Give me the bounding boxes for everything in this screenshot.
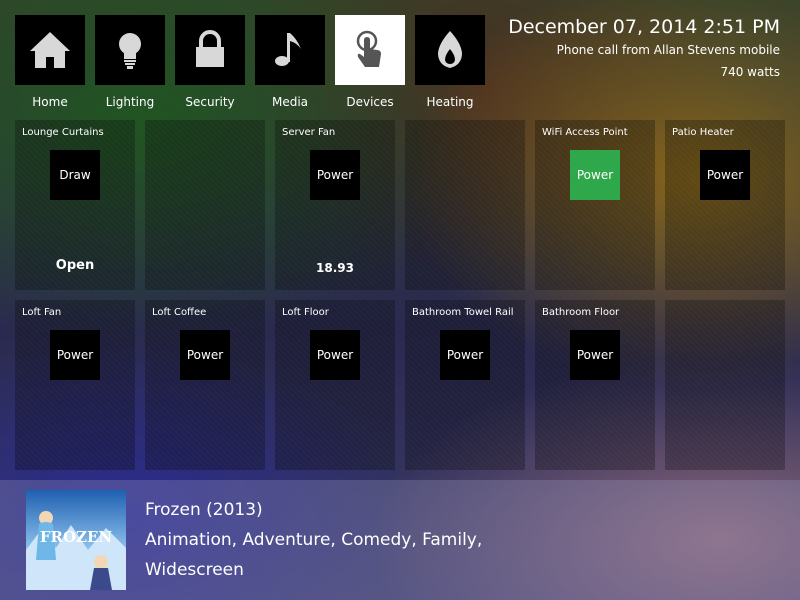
flame-icon [438,31,462,68]
device-title: Patio Heater [672,127,734,138]
touch-icon [356,30,381,67]
nav-security[interactable] [175,15,245,85]
nav-label-heating: Heating [426,95,474,109]
nav-label-lighting: Lighting [105,95,155,109]
power-button[interactable]: Power [570,150,620,200]
device-tile-lounge-curtains: Lounge Curtains Draw Open [15,120,135,290]
device-tile-loft-floor: Loft Floor Power [275,300,395,470]
device-title: WiFi Access Point [542,127,628,138]
power-button[interactable]: Power [700,150,750,200]
nav-label-devices: Devices [346,95,394,109]
device-title: Lounge Curtains [22,127,104,138]
power-button[interactable]: Power [50,330,100,380]
device-tile-server-fan: Server Fan Power 18.93 [275,120,395,290]
poster-title-text: FROZEN [40,528,113,546]
device-tile-empty [665,300,785,470]
power-button[interactable]: Power [310,150,360,200]
nav-lighting[interactable] [95,15,165,85]
nav-devices[interactable] [335,15,405,85]
music-note-icon [275,33,301,66]
device-tile-bathroom-towel-rail: Bathroom Towel Rail Power [405,300,525,470]
nav-label-security: Security [185,95,235,109]
device-title: Loft Floor [282,307,329,318]
draw-button[interactable]: Draw [50,150,100,200]
device-tile-loft-fan: Loft Fan Power [15,300,135,470]
call-notification: Phone call from Allan Stevens mobile [556,43,780,57]
movie-format: Widescreen [145,560,244,580]
device-title: Loft Coffee [152,307,207,318]
nav-heating[interactable] [415,15,485,85]
device-title: Bathroom Floor [542,307,620,318]
movie-poster: FROZEN [26,490,126,590]
device-tile-patio-heater: Patio Heater Power [665,120,785,290]
power-button[interactable]: Power [310,330,360,380]
device-tile-wifi-access-point: WiFi Access Point Power [535,120,655,290]
movie-title: Frozen (2013) [145,500,263,520]
power-usage: 740 watts [720,65,780,79]
power-button[interactable]: Power [440,330,490,380]
lightbulb-icon [119,33,141,69]
nav-label-home: Home [32,95,68,109]
nav-media[interactable] [255,15,325,85]
device-tile-empty [145,120,265,290]
device-title: Bathroom Towel Rail [412,307,514,318]
movie-genres: Animation, Adventure, Comedy, Family, [145,530,483,550]
device-tile-bathroom-floor: Bathroom Floor Power [535,300,655,470]
power-button[interactable]: Power [570,330,620,380]
nav-label-media: Media [271,95,309,109]
home-icon [30,32,70,68]
power-button[interactable]: Power [180,330,230,380]
device-tile-empty [405,120,525,290]
device-title: Server Fan [282,127,336,138]
datetime: December 07, 2014 2:51 PM [508,16,780,38]
device-tile-loft-coffee: Loft Coffee Power [145,300,265,470]
now-playing-bar[interactable]: FROZEN Frozen (2013) Animation, Adventur… [0,480,800,600]
nav-home[interactable] [15,15,85,85]
device-reading: 18.93 [316,261,354,275]
device-status: Open [55,258,95,273]
lock-icon [196,30,224,67]
device-title: Loft Fan [22,307,62,318]
